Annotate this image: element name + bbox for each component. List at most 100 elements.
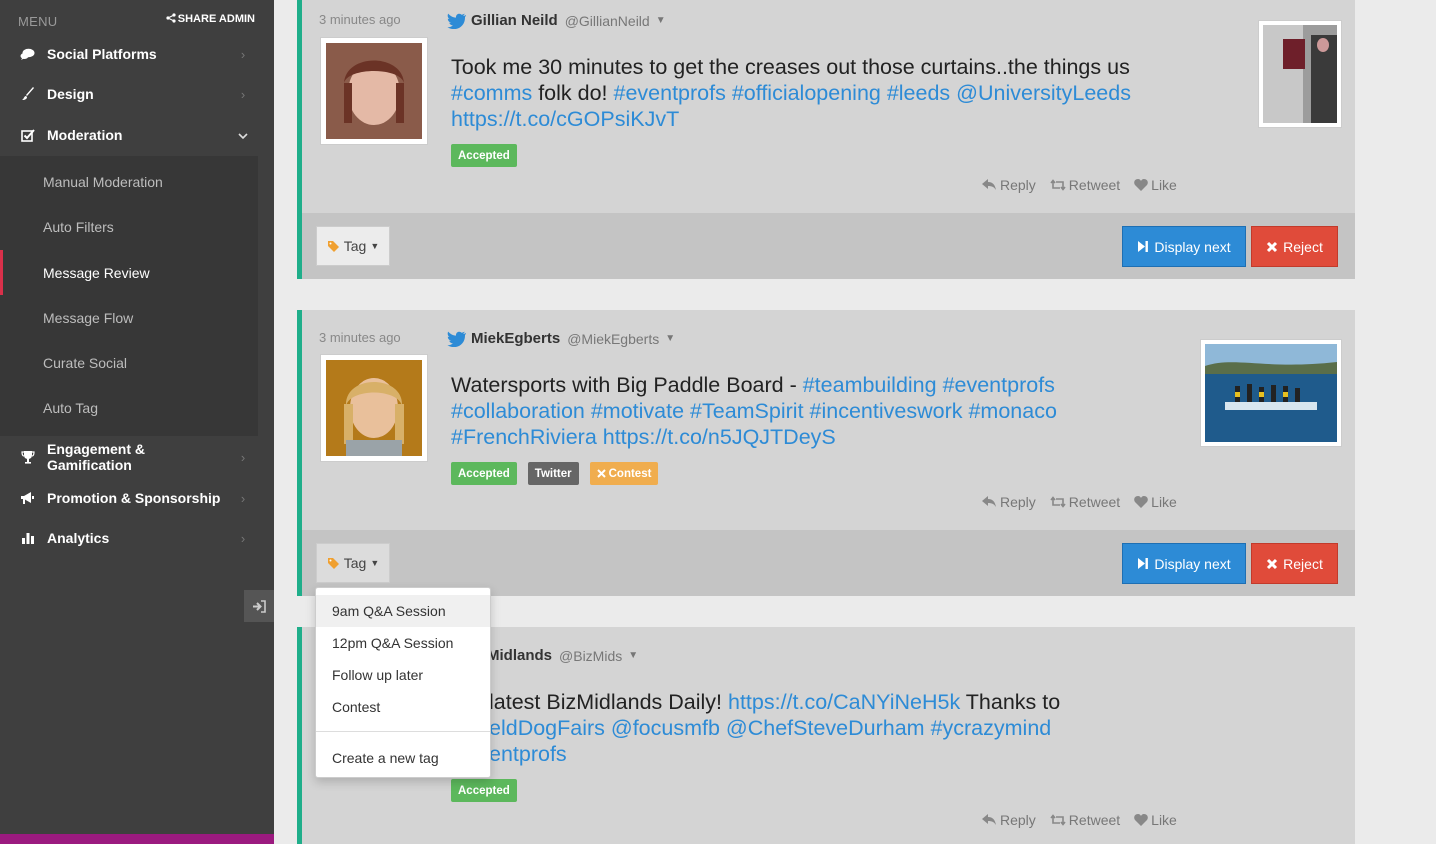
submenu-item-auto-filters[interactable]: Auto Filters <box>0 204 258 249</box>
dropdown-item-tag[interactable]: Contest <box>316 691 490 723</box>
sidebar-item-engagement[interactable]: Engagement & Gamification › <box>0 437 258 477</box>
sidebar-item-promotion[interactable]: Promotion & Sponsorship › <box>0 478 258 518</box>
sidebar-item-label: Social Platforms <box>47 46 157 62</box>
retweet-button[interactable]: Retweet <box>1050 494 1120 510</box>
reject-label: Reject <box>1283 555 1323 572</box>
retweet-button[interactable]: Retweet <box>1050 812 1120 828</box>
submenu-item-message-review[interactable]: Message Review <box>0 250 258 295</box>
chevron-right-icon: › <box>240 490 246 506</box>
message-text: Took me 30 minutes to get the creases ou… <box>451 54 1171 132</box>
caret-down-icon[interactable]: ▼ <box>656 15 666 26</box>
sidebar-item-moderation[interactable]: Moderation <box>0 115 258 155</box>
create-new-tag-item[interactable]: Create a new tag <box>316 742 490 774</box>
sidebar-header: MENU SHARE ADMIN <box>0 0 274 38</box>
sidebar-item-design[interactable]: Design › <box>0 74 258 114</box>
dropdown-item-tag[interactable]: 12pm Q&A Session <box>316 627 490 659</box>
display-next-button[interactable]: Display next <box>1122 543 1246 584</box>
like-label: Like <box>1151 812 1177 828</box>
like-button[interactable]: Like <box>1134 177 1177 193</box>
retweet-label: Retweet <box>1068 812 1121 828</box>
check-square-icon <box>0 128 47 142</box>
caret-down-icon[interactable]: ▼ <box>665 333 675 344</box>
message-card: 3 minutes ago MiekEgberts @MiekEgberts ▼… <box>297 310 1355 596</box>
twitter-icon <box>447 13 466 29</box>
post-actions: Reply Retweet Like <box>982 177 1177 193</box>
hashtag-link[interactable]: entprofs <box>489 742 567 766</box>
tag-badge[interactable]: Contest <box>589 462 659 485</box>
post-media-thumbnail[interactable] <box>1200 339 1342 447</box>
submenu-item-manual-moderation[interactable]: Manual Moderation <box>0 159 258 204</box>
message-body: 3 minutes ago MiekEgberts @MiekEgberts ▼… <box>302 310 1355 530</box>
post-author: Gillian Neild @GillianNeild ▼ <box>447 12 666 29</box>
twitter-icon <box>447 331 466 347</box>
heart-icon <box>1134 496 1148 508</box>
sidebar-item-label: Engagement & Gamification <box>47 441 146 473</box>
like-button[interactable]: Like <box>1134 812 1177 828</box>
dropdown-item-tag[interactable]: 9am Q&A Session <box>316 595 490 627</box>
url-link[interactable]: https://t.co/CaNYiNeH5k <box>728 690 960 714</box>
post-author: Midlands @BizMids ▼ <box>487 647 638 664</box>
author-handle[interactable]: @MiekEgberts <box>567 331 659 347</box>
dropdown-item-tag[interactable]: Follow up later <box>316 659 490 691</box>
sidebar-item-social-platforms[interactable]: Social Platforms › <box>0 34 258 74</box>
author-handle[interactable]: @BizMids <box>559 648 622 664</box>
status-badges: Accepted <box>451 779 517 802</box>
author-handle[interactable]: @GillianNeild <box>565 13 650 29</box>
collapse-sidebar-button[interactable] <box>244 590 274 622</box>
reply-icon <box>982 496 996 507</box>
sidebar-item-analytics[interactable]: Analytics › <box>0 518 258 558</box>
chat-bubble-icon <box>0 48 47 61</box>
post-actions: Reply Retweet Like <box>982 812 1177 828</box>
moderation-submenu: Manual Moderation Auto Filters Message R… <box>0 156 258 436</box>
reply-button[interactable]: Reply <box>982 812 1036 828</box>
author-name[interactable]: MiekEgberts <box>471 330 560 347</box>
reject-button[interactable]: Reject <box>1251 226 1338 267</box>
like-button[interactable]: Like <box>1134 494 1177 510</box>
reply-label: Reply <box>1000 177 1036 193</box>
close-icon <box>596 469 606 478</box>
display-next-button[interactable]: Display next <box>1122 226 1246 267</box>
url-link[interactable]: https://t.co/cGOPsiKJvT <box>451 107 679 131</box>
share-admin-link[interactable]: SHARE ADMIN <box>166 13 255 25</box>
message-text: latest BizMidlands Daily! https://t.co/C… <box>489 689 1209 767</box>
hashtag-link[interactable]: eldDogFairs @focusmfb @ChefSteveDurham #… <box>489 716 1051 740</box>
message-card: 3 minutes ago Gillian Neild @GillianNeil… <box>297 0 1355 279</box>
reject-label: Reject <box>1283 238 1323 255</box>
retweet-label: Retweet <box>1068 494 1121 510</box>
avatar <box>320 354 428 462</box>
reply-label: Reply <box>1000 812 1036 828</box>
post-time: 3 minutes ago <box>319 12 401 27</box>
sidebar: MENU SHARE ADMIN Social Platforms › Desi… <box>0 0 274 844</box>
author-name[interactable]: Midlands <box>487 647 552 664</box>
chevron-right-icon: › <box>240 46 246 62</box>
retweet-label: Retweet <box>1068 177 1121 193</box>
hashtag-link[interactable]: #teambuilding #eventprofs <box>803 373 1055 397</box>
tag-dropdown-menu: 9am Q&A Session 12pm Q&A Session Follow … <box>315 587 491 778</box>
status-badges: Accepted Twitter Contest <box>451 462 659 485</box>
hashtag-link[interactable]: #eventprofs #officialopening #leeds @Uni… <box>614 81 1131 105</box>
tag-icon <box>327 240 339 252</box>
post-media-thumbnail[interactable] <box>1258 20 1342 128</box>
retweet-button[interactable]: Retweet <box>1050 177 1120 193</box>
status-badges: Accepted <box>451 144 517 167</box>
submenu-item-message-flow[interactable]: Message Flow <box>0 295 258 340</box>
caret-down-icon[interactable]: ▼ <box>628 650 638 661</box>
tag-button[interactable]: Tag ▼ <box>316 543 390 583</box>
submenu-item-curate-social[interactable]: Curate Social <box>0 340 258 385</box>
reply-button[interactable]: Reply <box>982 177 1036 193</box>
hashtag-link[interactable]: #comms <box>451 81 532 105</box>
author-name[interactable]: Gillian Neild <box>471 12 558 29</box>
reply-button[interactable]: Reply <box>982 494 1036 510</box>
sidebar-item-label: Promotion & Sponsorship <box>47 490 221 506</box>
message-text-part: latest BizMidlands Daily! <box>489 690 728 714</box>
tag-button[interactable]: Tag ▼ <box>316 226 390 266</box>
message-text: Watersports with Big Paddle Board - #tea… <box>451 372 1171 450</box>
hashtag-link[interactable]: #collaboration #motivate #TeamSpirit #in… <box>451 399 1057 423</box>
hashtag-link[interactable]: #FrenchRiviera https://t.co/n5JQJTDeyS <box>451 425 836 449</box>
close-icon <box>1267 558 1278 569</box>
heart-icon <box>1134 814 1148 826</box>
reject-button[interactable]: Reject <box>1251 543 1338 584</box>
submenu-item-auto-tag[interactable]: Auto Tag <box>0 385 258 430</box>
tag-button-label: Tag <box>343 555 367 571</box>
sidebar-footer-bar <box>0 834 274 844</box>
